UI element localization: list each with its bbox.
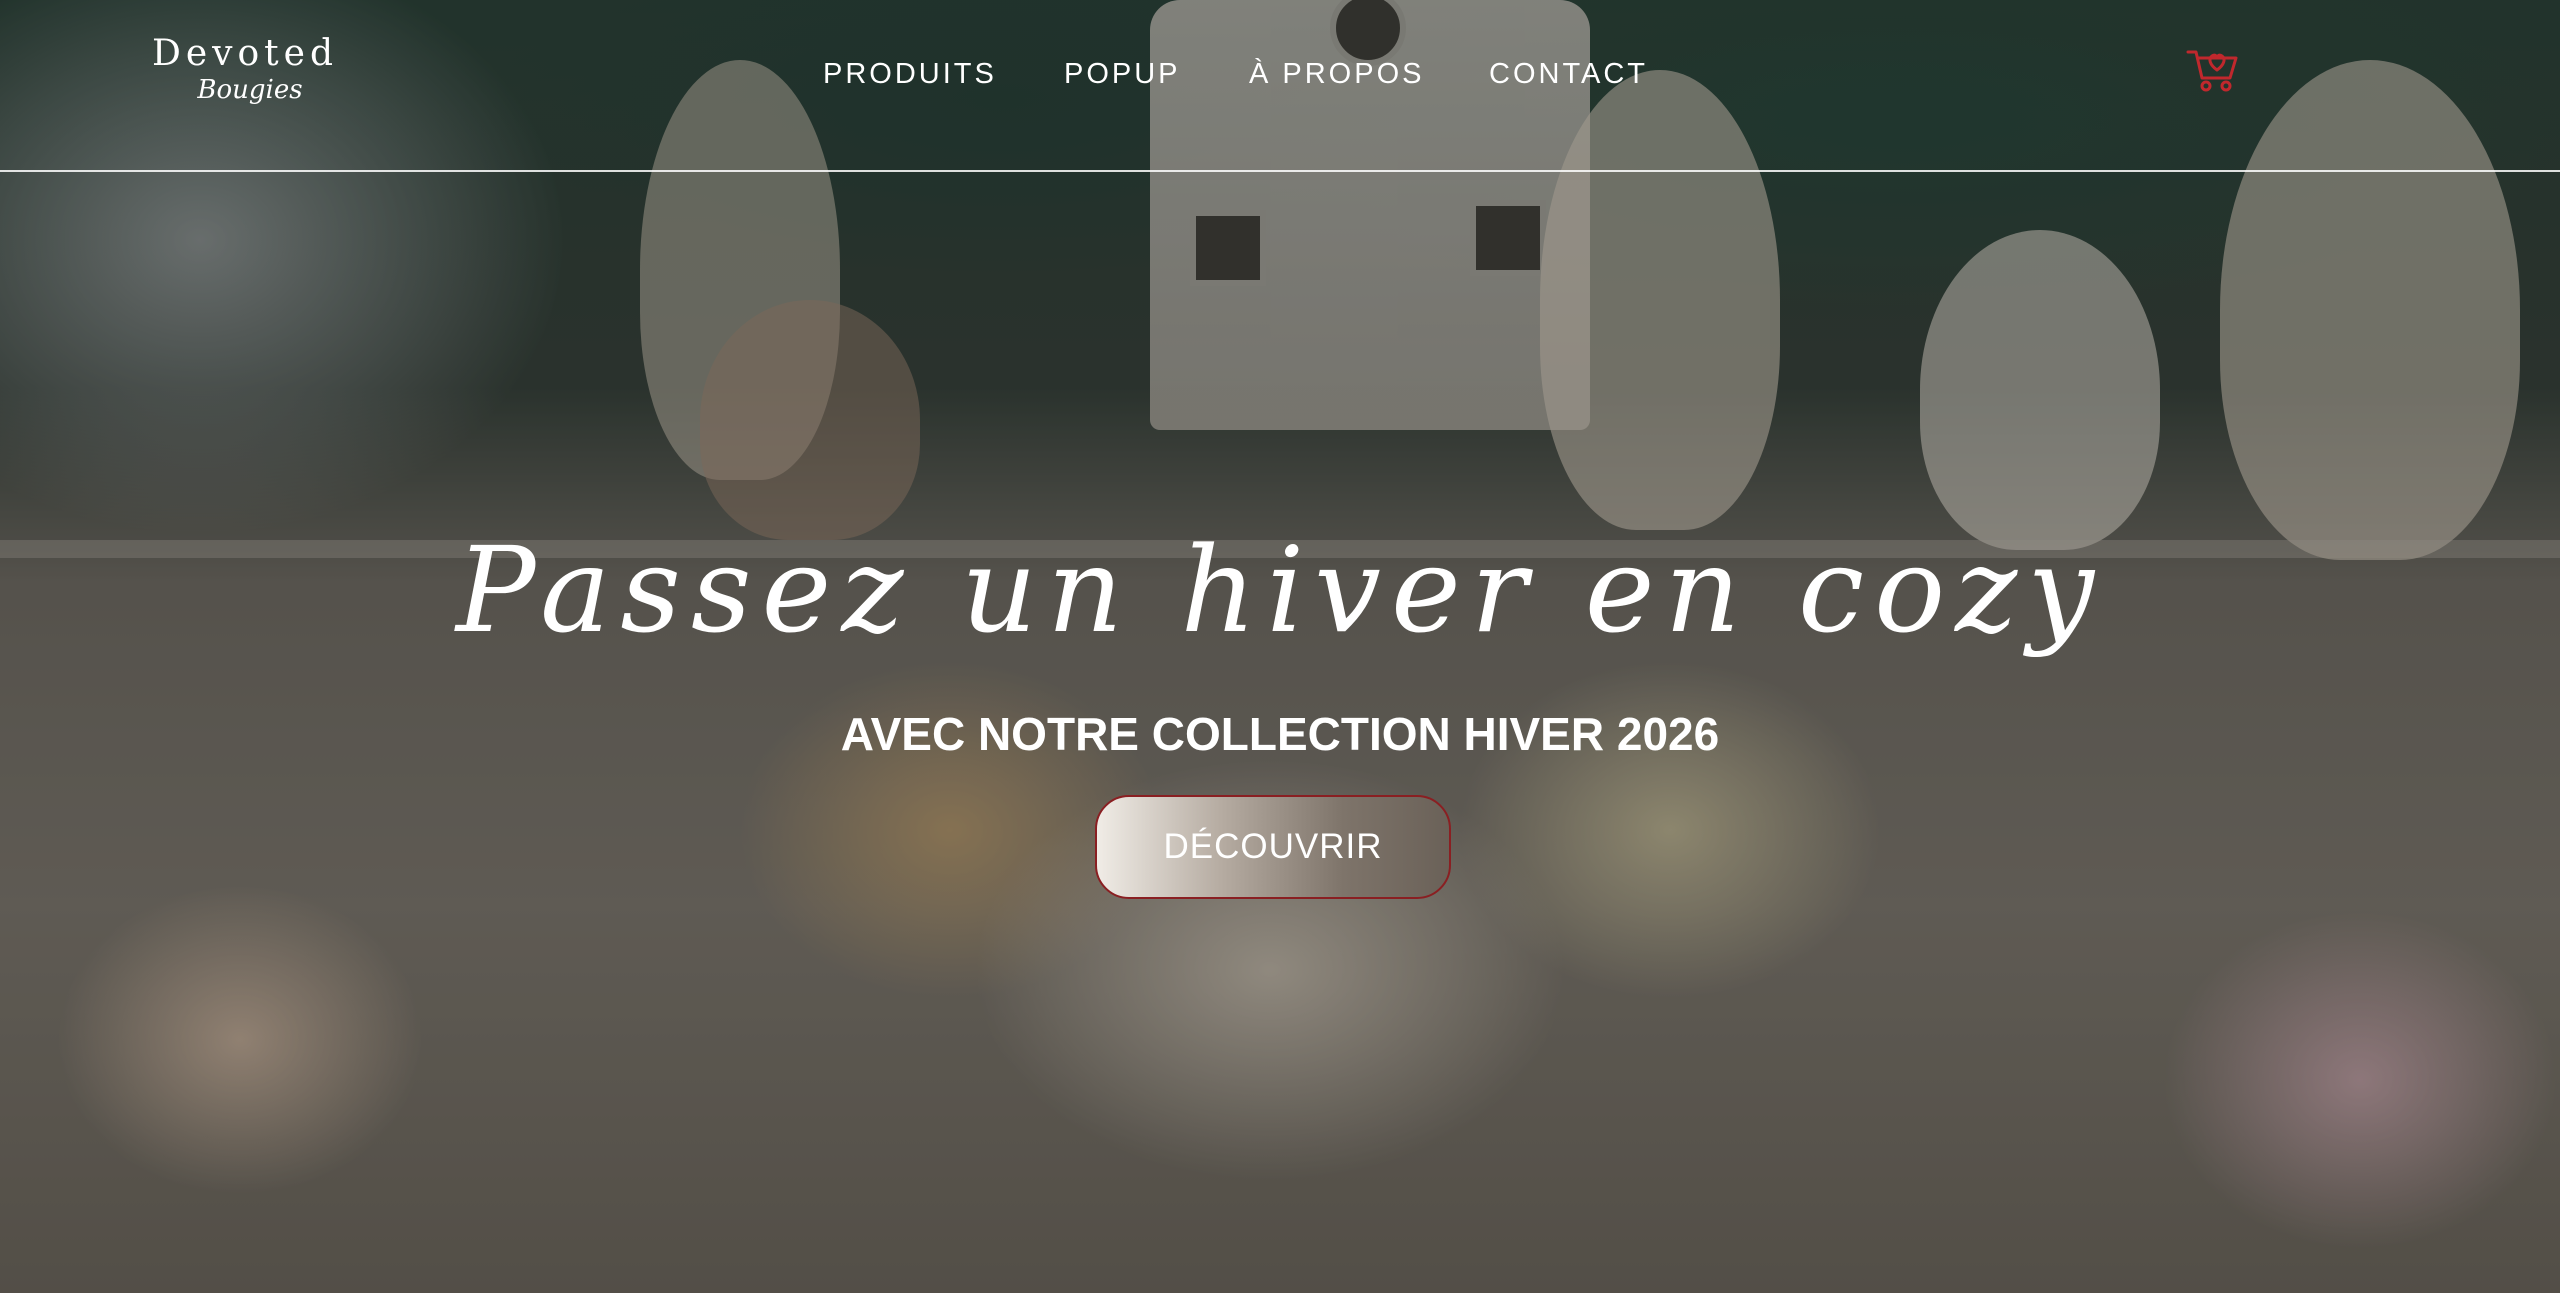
discover-button[interactable]: DÉCOUVRIR bbox=[1095, 795, 1451, 899]
hero-script-title: Passez un hiver en cozy bbox=[455, 521, 2105, 659]
nav-item-popup[interactable]: POPUP bbox=[1064, 58, 1181, 91]
nav-item-produits[interactable]: PRODUITS bbox=[823, 58, 997, 91]
hero-section: Devoted Bougies PRODUITS POPUP À PROPOS … bbox=[0, 0, 2560, 1293]
hero-subtitle: AVEC NOTRE COLLECTION HIVER 2026 bbox=[840, 708, 1720, 760]
header-divider bbox=[0, 170, 2560, 172]
nav-item-a-propos[interactable]: À PROPOS bbox=[1249, 58, 1425, 91]
nav-item-contact[interactable]: CONTACT bbox=[1489, 58, 1648, 91]
cart-button[interactable] bbox=[2186, 40, 2242, 96]
shopping-cart-heart-icon bbox=[2186, 50, 2238, 92]
main-nav: PRODUITS POPUP À PROPOS CONTACT bbox=[0, 58, 2560, 98]
